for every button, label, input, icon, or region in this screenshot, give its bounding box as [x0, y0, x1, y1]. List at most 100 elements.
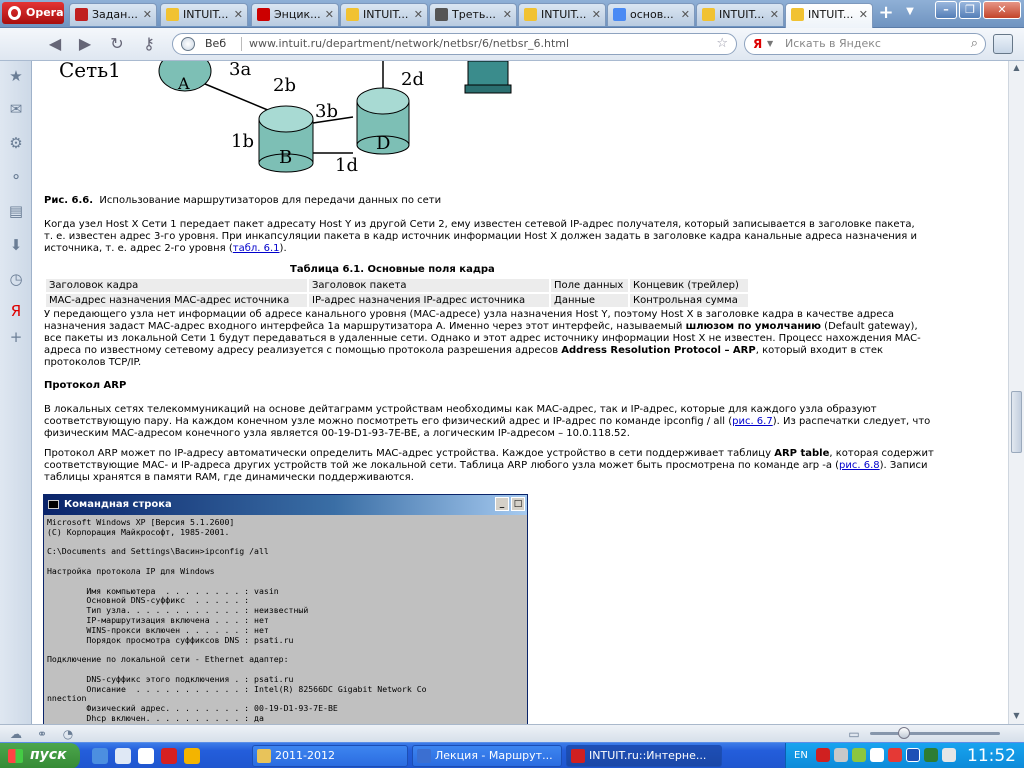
opera-icon [571, 749, 585, 763]
tray-icon[interactable] [852, 748, 866, 762]
paragraph-arp-table: Протокол ARP может по IP-адресу автомати… [44, 448, 999, 484]
tab-close-icon[interactable]: ✕ [592, 4, 601, 25]
tab[interactable]: Треть... ✕ [429, 3, 517, 26]
tab-menu-icon[interactable]: ▼ [903, 6, 917, 20]
yandex-icon[interactable]: Я [753, 34, 762, 54]
paragraph-host-x: Когда узел Host X Сети 1 передает пакет … [44, 219, 999, 255]
opera-menu-button[interactable]: Opera [2, 2, 64, 24]
tab[interactable]: основ... ✕ [607, 3, 695, 26]
text-line: В локальных сетях телекоммуникаций на ос… [44, 404, 877, 415]
vertical-scrollbar[interactable]: ▲ ▼ [1008, 61, 1024, 724]
text-line: Протокол ARP может по IP-адресу автомати… [44, 448, 999, 460]
opera-quicklaunch-icon[interactable] [161, 748, 177, 764]
downloads-icon[interactable]: ⬇ [6, 235, 26, 255]
tab-close-icon[interactable]: ✕ [770, 4, 779, 25]
table-cell: Данные [551, 294, 628, 307]
tab[interactable]: INTUIT... ✕ [696, 3, 784, 26]
cmd-output-line: Порядок просмотра суффиксов DNS : psati.… [47, 634, 294, 645]
address-url[interactable]: www.intuit.ru/department/network/netbsr/… [249, 34, 569, 54]
cmd-output-line: (C) Корпорация Майкрософт, 1985-2001. [47, 526, 230, 537]
opera-logo-icon [8, 6, 21, 20]
cloud-icon[interactable]: ☁ [8, 726, 24, 742]
antivirus-tray-icon[interactable] [888, 748, 902, 762]
tab-close-icon[interactable]: ✕ [234, 4, 243, 25]
tab-close-icon[interactable]: ✕ [414, 4, 423, 25]
tab-active[interactable]: INTUIT... ✕ [785, 3, 873, 28]
media-tray-icon[interactable] [906, 748, 920, 762]
notes-icon[interactable]: ▤ [6, 201, 26, 221]
window-quicklaunch-icon[interactable] [138, 748, 154, 764]
new-tab-button[interactable]: + [877, 4, 895, 24]
taskbar-task[interactable]: 2011-2012 [252, 745, 408, 767]
network-tray-icon[interactable] [870, 748, 884, 762]
sync-icon[interactable]: ⚭ [34, 726, 50, 742]
search-icon[interactable]: ⌕ [971, 34, 978, 54]
mail-icon[interactable]: ✉ [6, 99, 26, 119]
search-field[interactable]: Я ▼ Искать в Яндекс ⌕ [744, 33, 986, 55]
speed-dial-icon[interactable]: ◔ [60, 726, 76, 742]
system-tray: EN 11:52 [785, 743, 1024, 768]
table-6-1-link[interactable]: табл. 6.1 [233, 243, 280, 254]
bookmarks-star-icon[interactable]: ★ [6, 66, 26, 86]
web-page-content: Сеть1 A 3a 2b 3b 1b 1d 2d B D Рис. 6.6. … [33, 61, 1008, 724]
figure-caption-number: Рис. 6.6. [44, 195, 94, 206]
text-segment: Протокол ARP может по IP-адресу автомати… [44, 448, 775, 459]
chrome-quicklaunch-icon[interactable] [184, 748, 200, 764]
scrollbar-thumb[interactable] [1011, 391, 1022, 453]
add-panel-icon[interactable]: + [6, 327, 26, 347]
figure-6-8-link[interactable]: рис. 6.8 [839, 460, 880, 471]
favicon-icon [75, 8, 88, 21]
yandex-panel-icon[interactable]: Я [6, 301, 26, 321]
tray-icon[interactable] [834, 748, 848, 762]
forward-icon[interactable]: ▶ [74, 34, 96, 54]
panel-toggle-icon[interactable] [993, 34, 1013, 54]
share-icon[interactable]: ⚬ [6, 167, 26, 187]
tab[interactable]: INTUIT... ✕ [340, 3, 428, 26]
folder-icon [257, 749, 271, 763]
chevron-down-icon[interactable]: ▼ [767, 34, 773, 54]
tray-icon[interactable] [924, 748, 938, 762]
tab[interactable]: Энцик... ✕ [251, 3, 339, 26]
tab-close-icon[interactable]: ✕ [143, 4, 152, 25]
address-bar[interactable]: Веб www.intuit.ru/department/network/net… [172, 33, 737, 55]
opera-tray-icon[interactable] [816, 748, 830, 762]
reload-icon[interactable]: ↻ [106, 34, 128, 54]
history-clock-icon[interactable]: ◷ [6, 269, 26, 289]
desktop-quicklaunch-icon[interactable] [115, 748, 131, 764]
back-icon[interactable]: ◀ [44, 34, 66, 54]
cmd-title-bar: Командная строка _ □ [44, 495, 527, 515]
table-caption: Таблица 6.1. Основные поля кадра [290, 264, 495, 275]
cmd-title: Командная строка [64, 499, 172, 510]
iface-3a-label: 3a [229, 61, 251, 80]
taskbar-task[interactable]: Лекция - Маршрут... [412, 745, 562, 767]
figure-6-7-link[interactable]: рис. 6.7 [732, 416, 773, 427]
tab-label: INTUIT... [541, 8, 587, 21]
tab-close-icon[interactable]: ✕ [681, 4, 690, 25]
maximize-button[interactable]: ❐ [959, 1, 981, 19]
tab[interactable]: INTUIT... ✕ [160, 3, 248, 26]
scroll-down-icon[interactable]: ▼ [1011, 711, 1022, 722]
text-segment: адреса по известному сетевому адресу реа… [44, 345, 562, 356]
ie-quicklaunch-icon[interactable] [92, 748, 108, 764]
frame-fields-table: Заголовок кадра Заголовок пакета Поле да… [44, 277, 750, 309]
taskbar-task-active[interactable]: INTUIT.ru::Интерне... [566, 745, 722, 767]
key-icon[interactable]: ⚷ [138, 34, 160, 54]
tab-close-icon[interactable]: ✕ [503, 4, 512, 25]
view-icon[interactable]: ▭ [846, 726, 862, 742]
start-button[interactable]: пуск [0, 743, 80, 768]
minimize-button[interactable]: – [935, 1, 957, 19]
router-a-label: A [177, 74, 190, 93]
volume-tray-icon[interactable] [942, 748, 956, 762]
language-indicator[interactable]: EN [794, 743, 808, 768]
tab-close-icon[interactable]: ✕ [325, 4, 334, 25]
scroll-up-icon[interactable]: ▲ [1011, 63, 1022, 74]
bookmark-star-icon[interactable]: ☆ [716, 34, 728, 54]
tab-close-icon[interactable]: ✕ [859, 4, 868, 25]
tab[interactable]: Задан... ✕ [69, 3, 157, 26]
zoom-slider[interactable] [870, 727, 1000, 739]
close-window-button[interactable]: ✕ [983, 1, 1021, 19]
network-router-diagram: Сеть1 A 3a 2b 3b 1b 1d 2d B D [59, 61, 512, 176]
settings-gear-icon[interactable]: ⚙ [6, 133, 26, 153]
tab[interactable]: INTUIT... ✕ [518, 3, 606, 26]
zoom-slider-knob[interactable] [898, 727, 910, 739]
